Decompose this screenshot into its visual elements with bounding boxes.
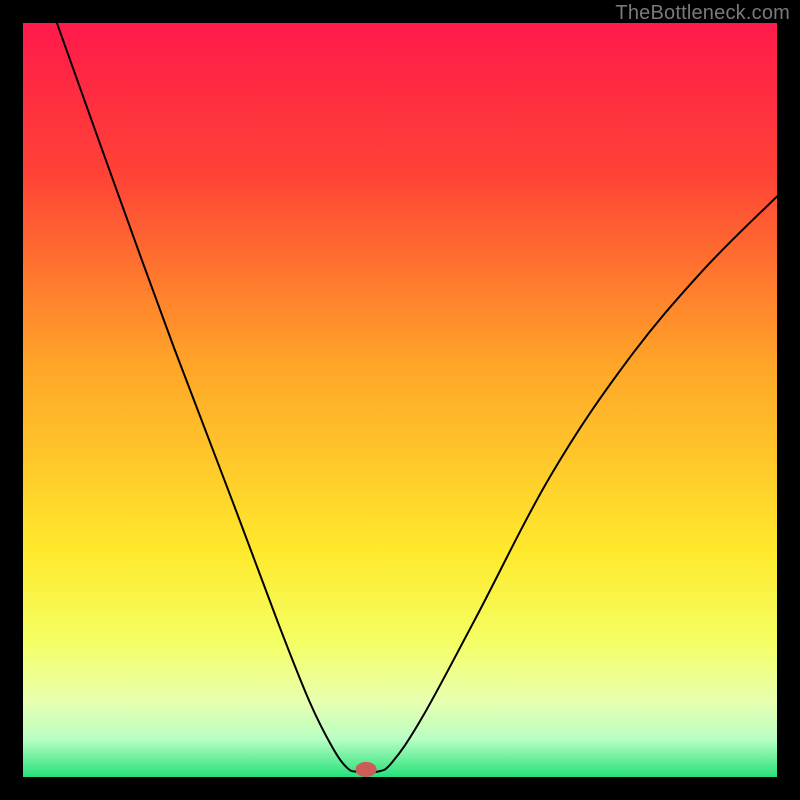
optimal-point-marker — [356, 762, 377, 777]
chart-svg — [23, 23, 777, 777]
gradient-background — [23, 23, 777, 777]
plot-area — [23, 23, 777, 777]
chart-frame: TheBottleneck.com — [0, 0, 800, 800]
watermark-label: TheBottleneck.com — [615, 2, 790, 25]
